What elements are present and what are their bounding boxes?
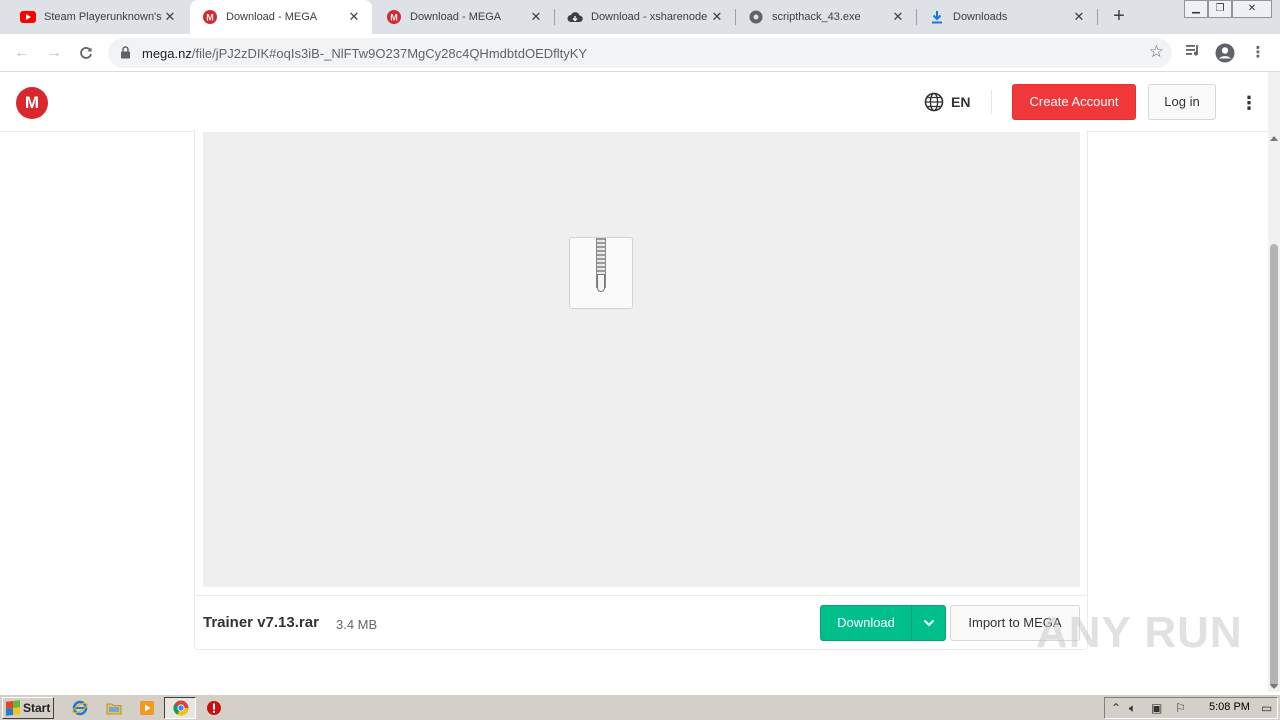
close-tab-icon[interactable]: ✕: [1071, 9, 1087, 25]
tab-title: Download - MEGA: [226, 11, 318, 23]
network-icon[interactable]: ▣: [1151, 701, 1162, 715]
forward-arrow-icon[interactable]: →: [42, 41, 66, 65]
scroll-down-icon[interactable]: [1270, 684, 1278, 689]
mega-logo[interactable]: M: [16, 87, 48, 119]
reload-icon[interactable]: [74, 41, 98, 65]
file-name: Trainer v7.13.rar: [203, 614, 319, 631]
url-text: mega.nz/file/jPJ2zDIK#oqIs3iB-_NlFTw9O23…: [142, 46, 587, 61]
tab-title: Downloads: [953, 11, 1008, 23]
page-scrollbar[interactable]: [1268, 72, 1280, 692]
chrome-icon: [171, 698, 191, 718]
svg-text:M: M: [390, 13, 398, 23]
close-tab-icon[interactable]: ✕: [890, 9, 906, 25]
tab-title: Download - xsharenode: [591, 11, 708, 23]
anyrun-watermark: ANY RUN: [1036, 608, 1243, 657]
tab-title: Steam Playerunknown's B: [44, 11, 162, 23]
archive-file-icon: [569, 237, 633, 309]
bookmark-star-icon[interactable]: ☆: [1149, 42, 1164, 62]
tab-title: Download - MEGA: [410, 11, 502, 23]
download-icon: [929, 9, 945, 25]
url-path: /file/jPJ2zDIK#oqIs3iB-_NlFTw9O237MgCy28…: [191, 46, 588, 61]
restore-button[interactable]: ❐: [1208, 0, 1232, 18]
show-hidden-icons-icon[interactable]: ⌃: [1111, 701, 1121, 715]
file-preview: [203, 132, 1080, 587]
cloud-download-icon: [567, 9, 583, 25]
tab-downloads[interactable]: Downloads ✕: [917, 0, 1097, 34]
more-menu-icon[interactable]: ⋮: [1240, 92, 1258, 114]
stop-sign-icon[interactable]: [204, 698, 224, 718]
youtube-icon: [20, 9, 36, 25]
chrome-menu-icon[interactable]: ⋮: [1247, 42, 1269, 64]
action-center-flag-icon[interactable]: ⚐: [1175, 701, 1186, 715]
internet-explorer-icon[interactable]: [70, 698, 90, 718]
tab-title: scripthack_43.exe: [772, 11, 861, 23]
browser-tab-strip: Steam Playerunknown's B ✕ M Download - M…: [0, 0, 1280, 34]
close-window-button[interactable]: ✕: [1232, 0, 1272, 18]
login-button[interactable]: Log in: [1148, 84, 1216, 120]
language-selector[interactable]: EN: [924, 92, 970, 112]
system-tray: ⌃ 🔈︎ ▣ ⚐ 5:08 PM ▭: [1104, 697, 1278, 719]
tab-steam[interactable]: Steam Playerunknown's B ✕: [8, 0, 188, 34]
header-divider: [991, 90, 992, 114]
minimize-button[interactable]: ▁: [1184, 0, 1208, 18]
zipper-pull-graphic: [597, 274, 605, 292]
tab-separator: [1097, 9, 1098, 25]
browser-toolbar: ← → mega.nz/file/jPJ2zDIK#oqIs3iB-_NlFTw…: [0, 34, 1280, 72]
mega-icon: M: [202, 9, 218, 25]
file-explorer-icon[interactable]: [104, 698, 124, 718]
show-desktop-icon[interactable]: ▭: [1261, 701, 1272, 715]
windows-taskbar: Start ⌃ 🔈︎ ▣ ⚐ 5:08 PM ▭: [0, 694, 1280, 720]
globe-icon: [924, 92, 944, 112]
profile-icon[interactable]: [1214, 42, 1236, 64]
chrome-taskbar-button[interactable]: [164, 697, 196, 719]
start-label: Start: [23, 701, 51, 715]
tab-xsharenode[interactable]: Download - xsharenode ✕: [555, 0, 735, 34]
create-account-button[interactable]: Create Account: [1012, 84, 1136, 120]
svg-text:M: M: [206, 13, 214, 23]
globe-icon: [748, 9, 764, 25]
close-tab-icon[interactable]: ✕: [162, 9, 178, 25]
language-label: EN: [951, 94, 971, 110]
tab-mega-active[interactable]: M Download - MEGA ✕: [190, 0, 372, 34]
clock[interactable]: 5:08 PM: [1209, 701, 1250, 713]
lock-icon[interactable]: [120, 46, 132, 60]
address-bar[interactable]: mega.nz/file/jPJ2zDIK#oqIs3iB-_NlFTw9O23…: [108, 38, 1172, 68]
close-tab-icon[interactable]: ✕: [528, 9, 544, 25]
windows-logo-icon: [6, 700, 20, 716]
scroll-up-icon[interactable]: [1270, 136, 1278, 141]
media-player-icon[interactable]: [137, 698, 157, 718]
media-control-icon[interactable]: [1182, 42, 1204, 64]
tab-mega-2[interactable]: M Download - MEGA ✕: [374, 0, 554, 34]
back-arrow-icon[interactable]: ←: [10, 41, 34, 65]
download-button[interactable]: Download: [820, 605, 946, 641]
close-tab-icon[interactable]: ✕: [346, 9, 362, 25]
close-tab-icon[interactable]: ✕: [709, 9, 725, 25]
download-label: Download: [837, 615, 895, 630]
tab-scripthack[interactable]: scripthack_43.exe ✕: [736, 0, 916, 34]
file-size: 3.4 MB: [336, 617, 378, 632]
url-host: mega.nz: [142, 46, 192, 61]
file-info-bar: Trainer v7.13.rar 3.4 MB Download Import…: [195, 595, 1087, 649]
scrollbar-thumb[interactable]: [1270, 244, 1278, 688]
mega-icon: M: [386, 9, 402, 25]
chevron-down-icon[interactable]: [912, 606, 946, 640]
file-card: Trainer v7.13.rar 3.4 MB Download Import…: [194, 130, 1088, 650]
new-tab-button[interactable]: +: [1108, 6, 1130, 28]
mega-header: M EN Create Account Log in ⋮: [0, 72, 1268, 132]
start-button[interactable]: Start: [2, 697, 54, 719]
volume-icon[interactable]: 🔈︎: [1129, 701, 1136, 716]
